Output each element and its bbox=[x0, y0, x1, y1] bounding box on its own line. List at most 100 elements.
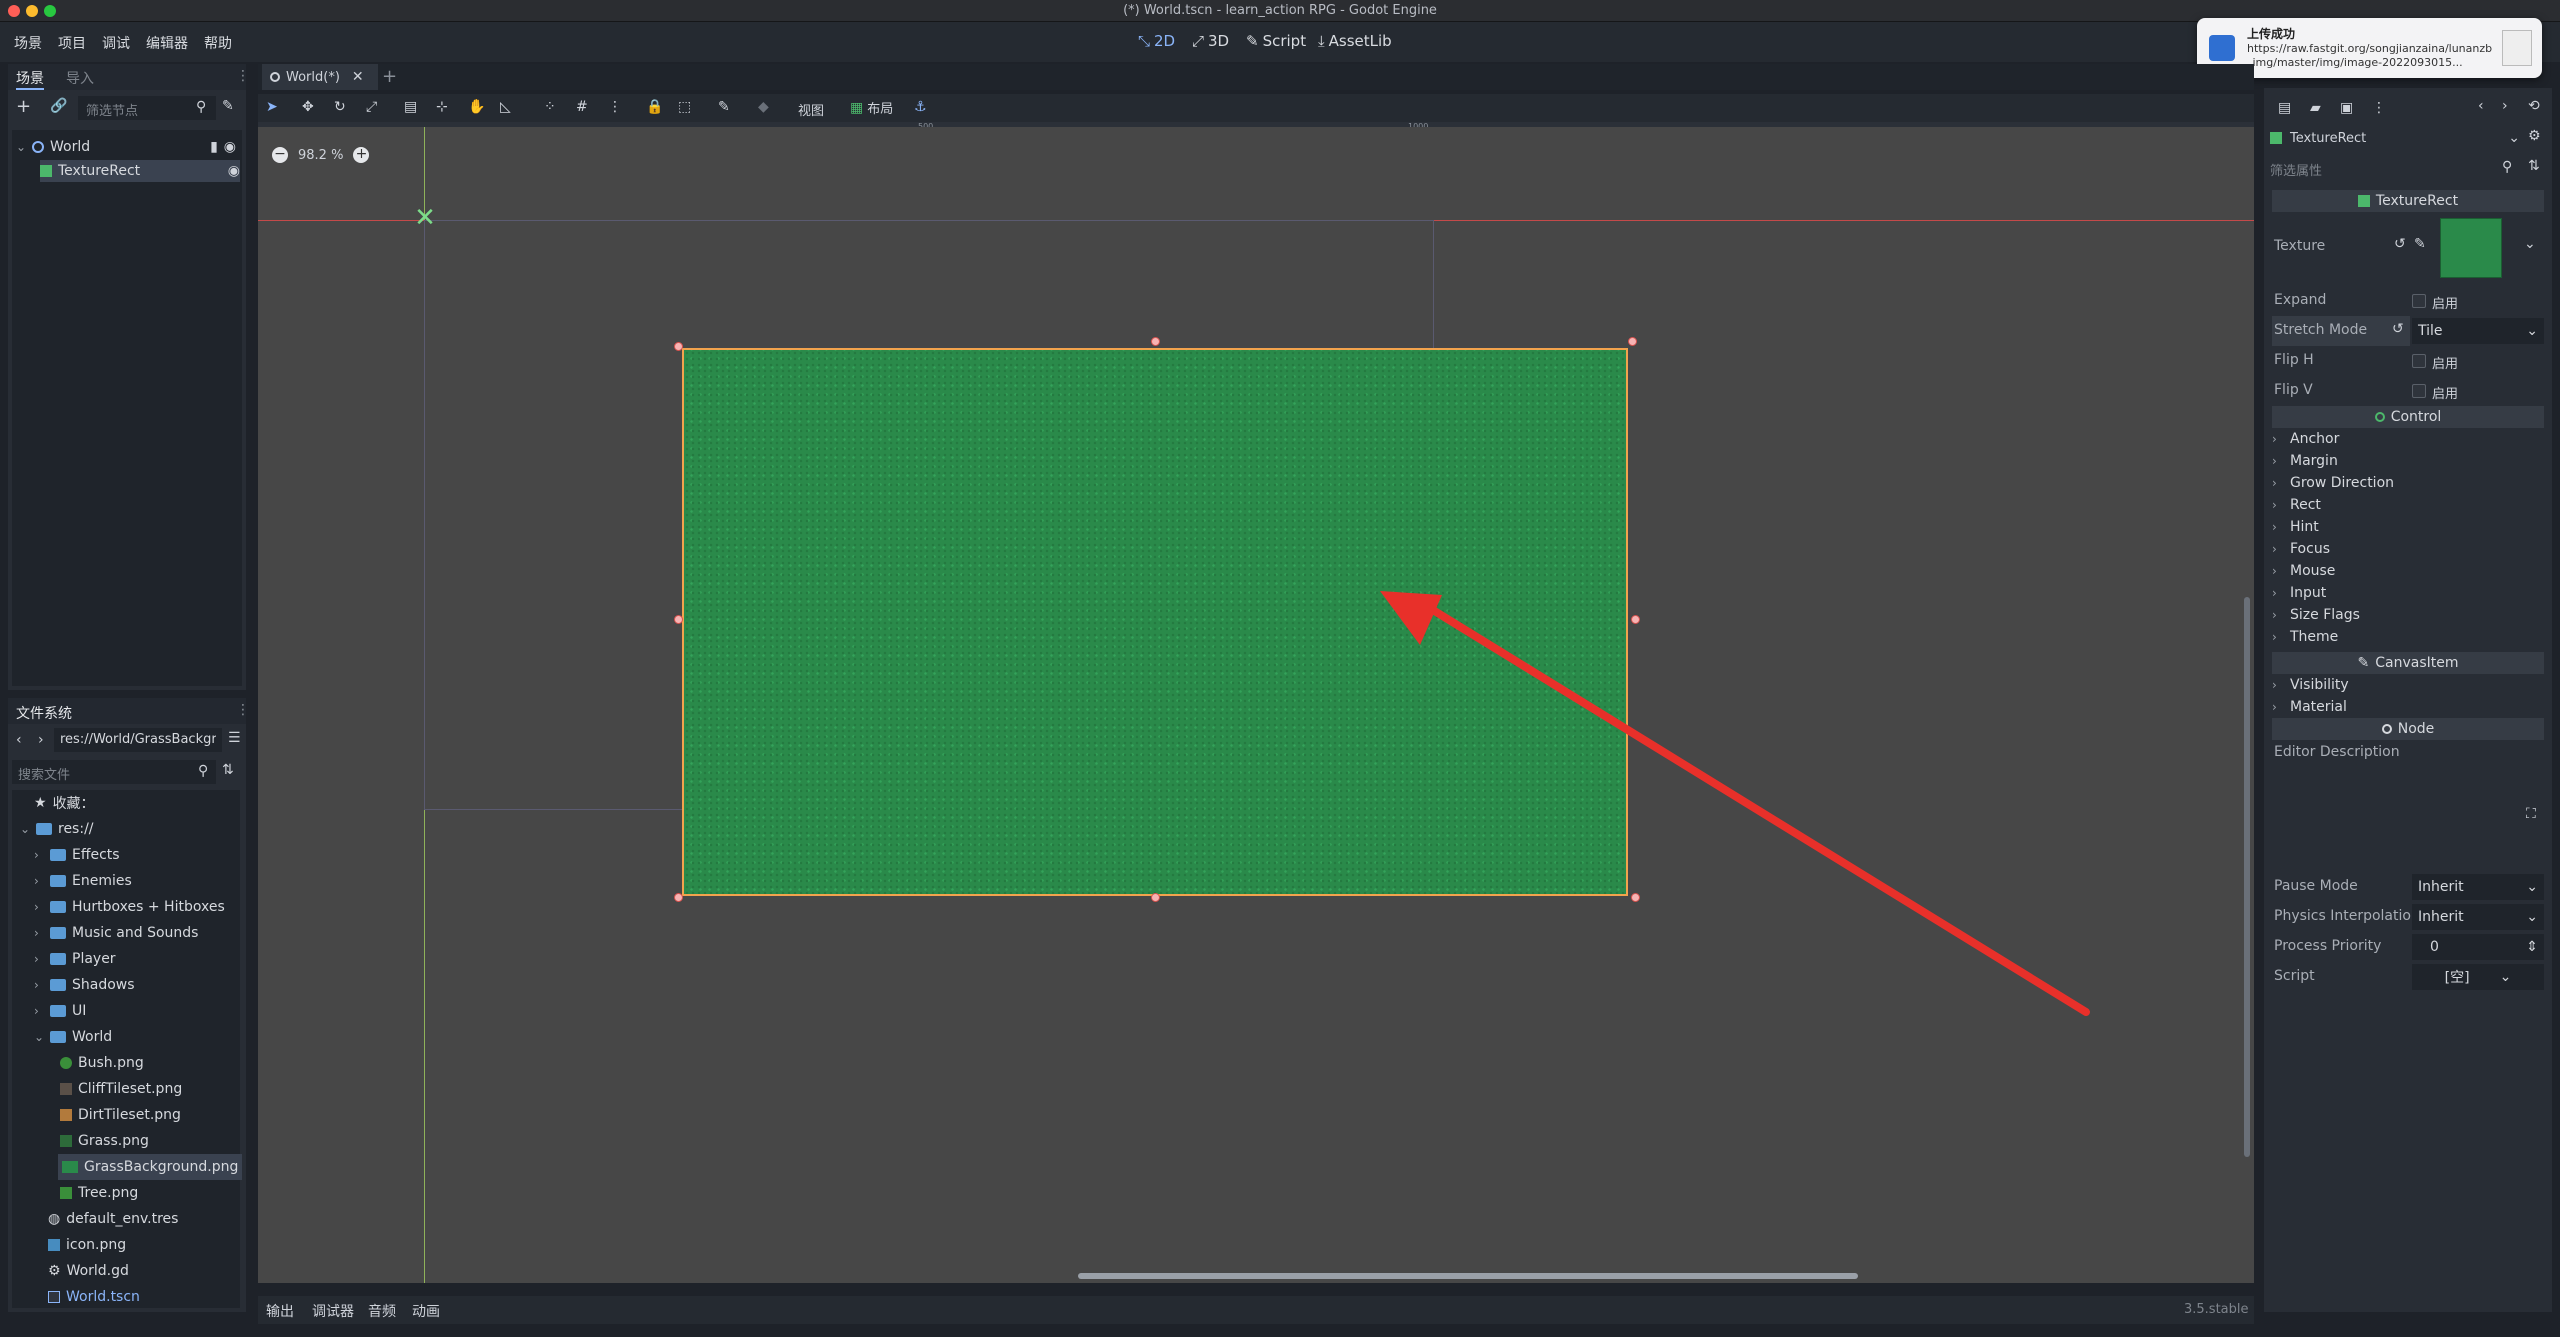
camera-override-icon[interactable]: ◆ bbox=[758, 99, 769, 115]
close-icon[interactable]: ✕ bbox=[352, 69, 364, 85]
forward-arrow-icon[interactable]: › bbox=[38, 732, 44, 748]
select-tool-icon[interactable]: ➤ bbox=[266, 99, 278, 115]
sort-icon[interactable]: ⇅ bbox=[222, 762, 234, 778]
rotate-tool-icon[interactable]: ↻ bbox=[334, 99, 346, 115]
history-icon[interactable]: ⟲ bbox=[2528, 98, 2540, 114]
tab-output[interactable]: 输出 bbox=[266, 1301, 294, 1321]
tab-world-scene[interactable]: World(*) ✕ bbox=[262, 64, 378, 90]
list-item[interactable]: Tree.png bbox=[60, 1180, 138, 1206]
list-item[interactable]: DirtTileset.png bbox=[60, 1102, 181, 1128]
expand-icon[interactable]: ⛶ bbox=[2526, 806, 2536, 822]
res-root-row[interactable]: ⌄ res:// bbox=[20, 816, 94, 842]
tab-audio[interactable]: 音频 bbox=[368, 1301, 396, 1321]
spin-arrows-icon[interactable]: ⇕ bbox=[2526, 939, 2538, 955]
tab-scene[interactable]: 场景 bbox=[16, 68, 44, 90]
resize-handle[interactable] bbox=[674, 615, 683, 624]
tree-node-world[interactable]: ⌄ World ▮ ◉ bbox=[16, 136, 236, 158]
group-margin[interactable]: › Margin bbox=[2272, 453, 2338, 469]
list-item[interactable]: › Music and Sounds bbox=[34, 920, 198, 946]
flip-h-checkbox[interactable] bbox=[2412, 354, 2426, 368]
texture-preview[interactable] bbox=[2440, 218, 2502, 278]
edit-resource-icon[interactable]: ✎ bbox=[2414, 236, 2426, 252]
link-icon[interactable]: 🔗 bbox=[50, 98, 67, 114]
stretch-mode-select[interactable]: Tile ⌄ bbox=[2412, 318, 2544, 344]
history-forward-icon[interactable]: › bbox=[2502, 98, 2508, 114]
open-folder-icon[interactable]: ▰ bbox=[2310, 100, 2321, 116]
lock-icon[interactable]: 🔒 bbox=[646, 99, 663, 115]
view-menu[interactable]: 视图 bbox=[798, 100, 824, 119]
save-icon[interactable]: ▣ bbox=[2340, 100, 2353, 116]
menu-dots-icon[interactable]: ⋮ bbox=[236, 68, 250, 84]
pivot-icon[interactable]: ⊹ bbox=[436, 99, 448, 115]
group-material[interactable]: › Material bbox=[2272, 699, 2347, 715]
tab-animation[interactable]: 动画 bbox=[412, 1301, 440, 1321]
add-node-icon[interactable]: + bbox=[16, 96, 31, 117]
new-tab-button[interactable]: + bbox=[382, 66, 397, 87]
group-grow-direction[interactable]: › Grow Direction bbox=[2272, 475, 2394, 491]
list-item[interactable]: CliffTileset.png bbox=[60, 1076, 182, 1102]
group-size-flags[interactable]: › Size Flags bbox=[2272, 607, 2360, 623]
list-item[interactable]: Bush.png bbox=[60, 1050, 144, 1076]
menu-editor[interactable]: 编辑器 bbox=[146, 33, 188, 53]
menu-scene[interactable]: 场景 bbox=[14, 33, 42, 53]
resize-handle[interactable] bbox=[674, 342, 683, 351]
section-control[interactable]: Control bbox=[2272, 406, 2544, 428]
group-focus[interactable]: › Focus bbox=[2272, 541, 2330, 557]
list-item[interactable]: World.tscn bbox=[48, 1284, 140, 1310]
visibility-eye-icon[interactable]: ◉ bbox=[228, 163, 240, 179]
tab-script[interactable]: ✎ Script bbox=[1246, 32, 1306, 50]
sort-properties-icon[interactable]: ⇅ bbox=[2528, 158, 2540, 174]
favorites-row[interactable]: ★ 收藏： bbox=[34, 790, 95, 816]
path-field[interactable]: res://World/GrassBackgr bbox=[54, 728, 222, 752]
process-priority-spinbox[interactable]: 0 ⇕ bbox=[2412, 934, 2544, 960]
tree-node-texturerect[interactable]: TextureRect ◉ bbox=[40, 160, 240, 182]
zoom-in-button[interactable]: + bbox=[353, 147, 370, 163]
section-node[interactable]: Node bbox=[2272, 718, 2544, 740]
revert-icon[interactable]: ↺ bbox=[2394, 236, 2406, 252]
resize-handle[interactable] bbox=[1628, 337, 1637, 346]
list-item[interactable]: › Hurtboxes + Hitboxes bbox=[34, 894, 225, 920]
list-item[interactable]: ⌄ World bbox=[34, 1024, 112, 1050]
list-item[interactable]: › Player bbox=[34, 946, 116, 972]
split-view-icon[interactable]: ☰ bbox=[228, 730, 241, 746]
resize-handle[interactable] bbox=[674, 893, 683, 902]
list-item[interactable]: › Effects bbox=[34, 842, 120, 868]
group-icon[interactable]: ⬚ bbox=[678, 99, 691, 115]
new-resource-icon[interactable]: ▤ bbox=[2278, 100, 2291, 116]
property-filter-input[interactable]: 筛选属性 ⚲ bbox=[2268, 156, 2518, 180]
list-item[interactable]: › Enemies bbox=[34, 868, 132, 894]
script-attach-icon[interactable]: ✎ bbox=[222, 98, 234, 114]
tab-2d[interactable]: ⤡ 2D bbox=[1138, 32, 1175, 50]
zoom-level[interactable]: 98.2 % bbox=[298, 148, 343, 163]
ruler-icon[interactable]: ◺ bbox=[500, 99, 511, 115]
file-search-input[interactable]: 搜索文件 ⚲ bbox=[12, 760, 216, 784]
resize-handle[interactable] bbox=[1151, 893, 1160, 902]
list-item[interactable]: Grass.png bbox=[60, 1128, 149, 1154]
menu-debug[interactable]: 调试 bbox=[102, 33, 130, 53]
list-select-icon[interactable]: ▤ bbox=[404, 99, 417, 115]
script-icon[interactable]: ▮ bbox=[210, 139, 218, 155]
expand-checkbox[interactable] bbox=[2412, 294, 2426, 308]
scale-tool-icon[interactable]: ⤢ bbox=[366, 99, 377, 115]
group-hint[interactable]: › Hint bbox=[2272, 519, 2319, 535]
visibility-eye-icon[interactable]: ◉ bbox=[224, 139, 236, 155]
list-item-selected[interactable]: GrassBackground.png bbox=[58, 1154, 243, 1180]
pause-mode-select[interactable]: Inherit ⌄ bbox=[2412, 874, 2544, 900]
back-arrow-icon[interactable]: ‹ bbox=[16, 732, 22, 748]
more-options-icon[interactable]: ⋮ bbox=[608, 99, 622, 115]
menu-project[interactable]: 项目 bbox=[58, 33, 86, 53]
history-back-icon[interactable]: ‹ bbox=[2478, 98, 2484, 114]
bone-icon[interactable]: ✎ bbox=[718, 99, 730, 115]
group-input[interactable]: › Input bbox=[2272, 585, 2326, 601]
group-theme[interactable]: › Theme bbox=[2272, 629, 2338, 645]
tab-filesystem[interactable]: 文件系统 bbox=[16, 703, 72, 723]
canvas-viewport[interactable]: − 98.2 % + ✕ bbox=[258, 127, 2254, 1283]
list-item[interactable]: ◍ default_env.tres bbox=[48, 1206, 178, 1232]
resize-handle[interactable] bbox=[1151, 337, 1160, 346]
layout-menu[interactable]: ▦ 布局 bbox=[850, 98, 893, 118]
menu-dots-icon[interactable]: ⋮ bbox=[236, 702, 250, 718]
tab-debugger[interactable]: 调试器 bbox=[312, 1301, 354, 1321]
zoom-out-button[interactable]: − bbox=[272, 147, 288, 163]
list-item[interactable]: ⚙ World.gd bbox=[48, 1258, 129, 1284]
physics-interpolation-select[interactable]: Inherit ⌄ bbox=[2412, 904, 2544, 930]
